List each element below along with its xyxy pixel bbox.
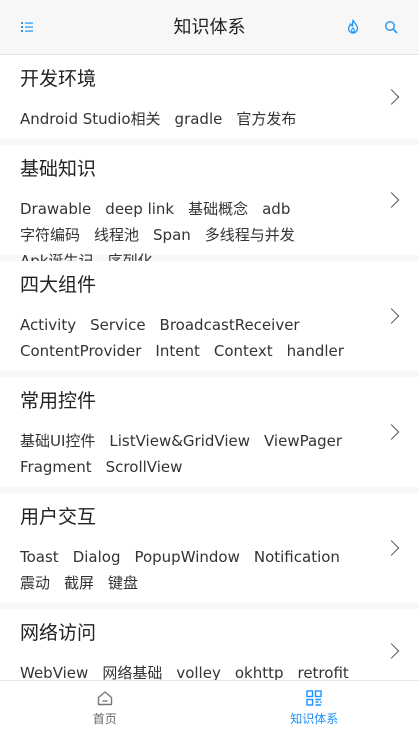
chevron-right-icon [383, 643, 400, 659]
tag[interactable]: okhttp [235, 660, 284, 680]
hot-button[interactable] [340, 14, 366, 40]
tag[interactable]: Intent [155, 338, 199, 364]
category-title: 常用控件 [20, 390, 97, 412]
grid-icon [306, 690, 322, 706]
category-title: 开发环境 [20, 68, 97, 90]
tag[interactable]: Notification [254, 544, 340, 570]
home-icon [97, 691, 112, 706]
tag[interactable]: 线程池 [94, 222, 139, 248]
chevron-right-icon [383, 192, 400, 208]
tag[interactable]: Context [214, 338, 273, 364]
tag[interactable]: ContentProvider [20, 338, 141, 364]
tab-label: 知识体系 [290, 712, 339, 726]
tab-label: 首页 [92, 712, 117, 726]
tag[interactable]: WebView [20, 660, 88, 680]
tag[interactable]: handler [287, 338, 344, 364]
bottom-tab-bar: 首页 知识体系 [0, 680, 419, 735]
flame-icon [347, 19, 359, 34]
tag[interactable]: Service [90, 312, 145, 338]
tag[interactable]: Drawable [20, 196, 91, 222]
tag[interactable]: retrofit [297, 660, 348, 680]
tag[interactable]: Span [153, 222, 191, 248]
tag[interactable]: ViewPager [264, 428, 342, 454]
search-icon [384, 20, 398, 34]
chevron-right-icon [383, 89, 400, 105]
chevron-right-icon [383, 540, 400, 556]
tag[interactable]: ListView&GridView [109, 428, 250, 454]
tag[interactable]: 键盘 [108, 570, 138, 596]
tag[interactable]: gradle [175, 106, 223, 132]
app-header: 知识体系 [0, 0, 419, 55]
tag[interactable]: 多线程与并发 [205, 222, 295, 248]
tag[interactable]: 基础概念 [188, 196, 248, 222]
tag[interactable]: Activity [20, 312, 76, 338]
tag[interactable]: Dialog [73, 544, 121, 570]
category-title: 四大组件 [20, 274, 97, 296]
category-title: 用户交互 [20, 506, 97, 528]
tag[interactable]: volley [176, 660, 221, 680]
tag[interactable]: PopupWindow [134, 544, 239, 570]
tag[interactable]: BroadcastReceiver [160, 312, 300, 338]
chevron-right-icon [383, 308, 400, 324]
chevron-right-icon [383, 424, 400, 440]
tag[interactable]: Toast [20, 544, 59, 570]
tag[interactable]: 官方发布 [236, 106, 296, 132]
category-card[interactable]: 四大组件 Activity Service BroadcastReceiver … [0, 261, 419, 377]
tag[interactable]: 网络基础 [102, 660, 162, 680]
tag[interactable]: deep link [105, 196, 174, 222]
tab-home[interactable]: 首页 [0, 681, 210, 735]
tag[interactable]: 基础UI控件 [20, 428, 95, 454]
tag[interactable]: 截屏 [64, 570, 94, 596]
tag[interactable]: 字符编码 [20, 222, 80, 248]
category-card[interactable]: 常用控件 基础UI控件 ListView&GridView ViewPager … [0, 377, 419, 493]
category-card[interactable]: 用户交互 Toast Dialog PopupWindow Notificati… [0, 493, 419, 609]
tag[interactable]: ScrollView [106, 454, 183, 480]
tag[interactable]: Fragment [20, 454, 92, 480]
category-card[interactable]: 网络访问 WebView 网络基础 volley okhttp retrofit [0, 609, 419, 680]
category-card[interactable]: 基础知识 Drawable deep link 基础概念 adb 字符编码 线程… [0, 145, 419, 270]
category-title: 网络访问 [20, 622, 97, 644]
tag[interactable]: Android Studio相关 [20, 106, 161, 132]
category-title: 基础知识 [20, 158, 97, 180]
tab-knowledge[interactable]: 知识体系 [210, 681, 419, 735]
category-list: 开发环境 Android Studio相关 gradle 官方发布 基础知识 D… [0, 55, 419, 680]
search-button[interactable] [378, 14, 404, 40]
tag[interactable]: 震动 [20, 570, 50, 596]
category-card[interactable]: 开发环境 Android Studio相关 gradle 官方发布 [0, 55, 419, 145]
tag[interactable]: adb [262, 196, 290, 222]
